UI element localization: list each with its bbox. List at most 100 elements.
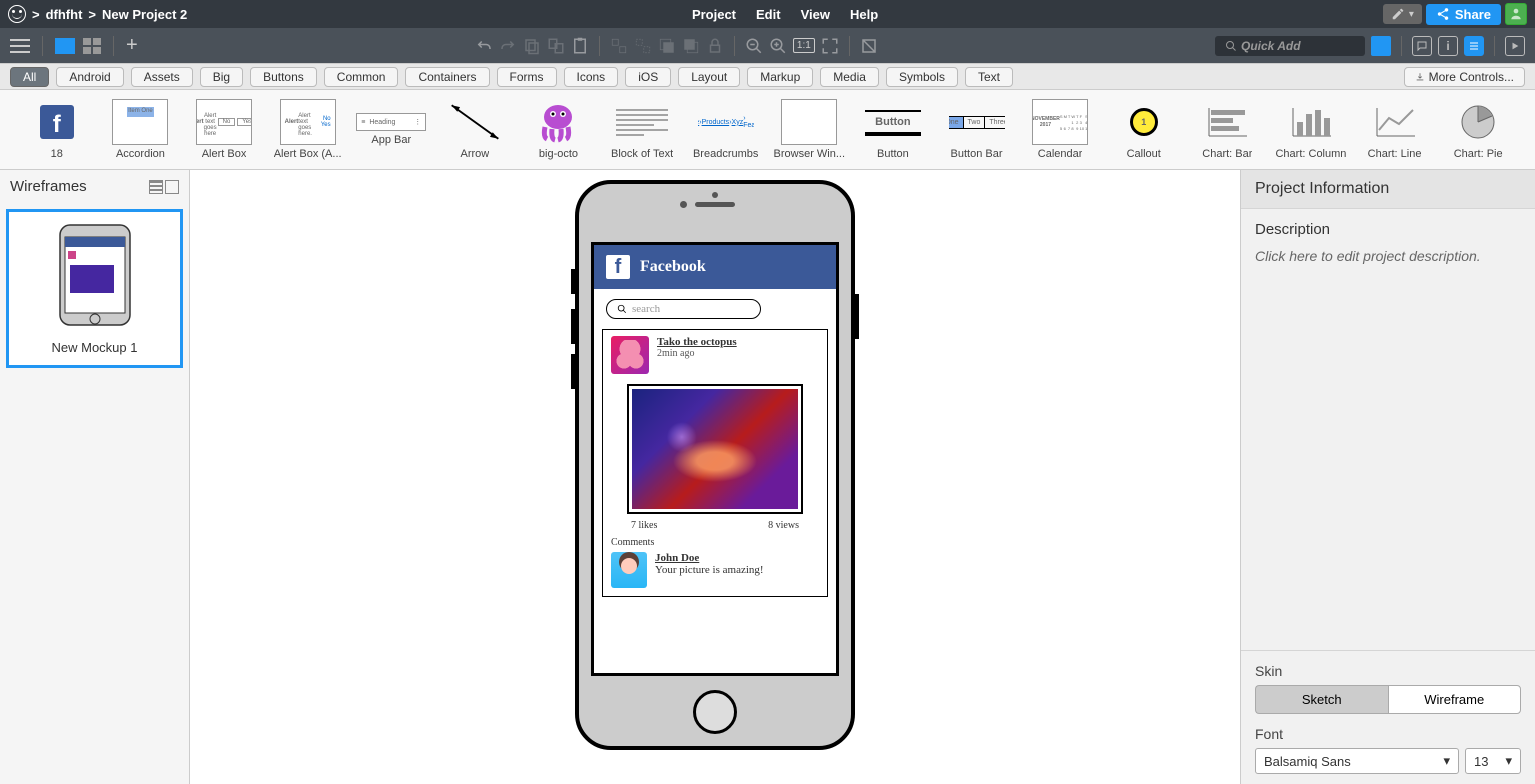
- tab-icons[interactable]: Icons: [564, 67, 619, 87]
- gallery-item[interactable]: Chart: Column: [1274, 99, 1348, 160]
- panel-view-list-icon[interactable]: [149, 180, 163, 194]
- breadcrumb-folder[interactable]: dfhfht: [46, 7, 83, 22]
- tab-containers[interactable]: Containers: [405, 67, 489, 87]
- menu-help[interactable]: Help: [846, 5, 882, 24]
- post-author[interactable]: Tako the octopus: [657, 336, 737, 348]
- gallery-item[interactable]: Browser Win...: [772, 99, 846, 160]
- duplicate-icon[interactable]: [547, 37, 565, 55]
- category-tabs: All Android Assets Big Buttons Common Co…: [0, 63, 1535, 90]
- tab-buttons[interactable]: Buttons: [250, 67, 317, 87]
- logo-icon[interactable]: [8, 5, 26, 23]
- tab-forms[interactable]: Forms: [497, 67, 557, 87]
- view-grid-icon[interactable]: [83, 38, 101, 54]
- tab-assets[interactable]: Assets: [131, 67, 193, 87]
- quick-add-input[interactable]: Quick Add: [1215, 36, 1365, 56]
- comments-panel-icon[interactable]: [1412, 36, 1432, 56]
- search-input[interactable]: search: [606, 299, 761, 319]
- group-icon[interactable]: [610, 37, 628, 55]
- breadcrumb-sep: >: [32, 7, 40, 22]
- redo-icon[interactable]: [499, 37, 517, 55]
- tab-android[interactable]: Android: [56, 67, 123, 87]
- zoom-actual-icon[interactable]: 1:1: [793, 38, 815, 53]
- quick-add-placeholder: Quick Add: [1241, 39, 1301, 53]
- gallery-item[interactable]: ButtonButton: [856, 99, 930, 160]
- gallery-item[interactable]: AlertAlert text goes here.No YesAlert Bo…: [271, 99, 345, 160]
- tab-all[interactable]: All: [10, 67, 49, 87]
- user-avatar[interactable]: [1505, 3, 1527, 25]
- ungroup-icon[interactable]: [634, 37, 652, 55]
- wireframe-thumbnail[interactable]: New Mockup 1: [6, 209, 183, 368]
- description-input[interactable]: Click here to edit project description.: [1255, 248, 1521, 264]
- gallery-item[interactable]: Item OneAccordion: [104, 99, 178, 160]
- facebook-icon: f: [606, 255, 630, 279]
- breadcrumb-project[interactable]: New Project 2: [102, 7, 187, 22]
- menu-view[interactable]: View: [797, 5, 834, 24]
- tab-symbols[interactable]: Symbols: [886, 67, 958, 87]
- gallery-item[interactable]: ≡Heading⋮App Bar: [354, 113, 428, 146]
- views-count: 8 views: [768, 520, 799, 531]
- wireframes-title: Wireframes: [10, 178, 87, 195]
- gallery-item[interactable]: Chart: Line: [1358, 99, 1432, 160]
- bring-front-icon[interactable]: [658, 37, 676, 55]
- menu-edit[interactable]: Edit: [752, 5, 785, 24]
- search-icon: [1225, 40, 1237, 52]
- skin-sketch-button[interactable]: Sketch: [1255, 685, 1388, 714]
- person-icon: [1509, 7, 1523, 21]
- gallery-item[interactable]: Chart: Bar: [1191, 99, 1265, 160]
- add-icon[interactable]: +: [126, 34, 138, 57]
- tab-markup[interactable]: Markup: [747, 67, 813, 87]
- home-button-icon: [693, 690, 737, 734]
- tab-big[interactable]: Big: [200, 67, 243, 87]
- tab-layout[interactable]: Layout: [678, 67, 740, 87]
- font-family-value: Balsamiq Sans: [1264, 754, 1351, 769]
- copy-icon[interactable]: [523, 37, 541, 55]
- commenter-avatar: [611, 552, 647, 588]
- control-gallery: f18 Item OneAccordion AlertAlert text go…: [0, 90, 1535, 170]
- tab-common[interactable]: Common: [324, 67, 399, 87]
- gallery-item[interactable]: Block of Text: [605, 99, 679, 160]
- gallery-item[interactable]: f18: [20, 99, 94, 160]
- gallery-item[interactable]: AlertAlert text goes hereNoYesAlert Box: [187, 99, 261, 160]
- gallery-item[interactable]: Home › Products › Xyz › FeaturesBreadcru…: [689, 99, 763, 160]
- font-size-select[interactable]: 13 ▾: [1465, 748, 1521, 774]
- toolbar: + 1:1 Quick Add i: [0, 28, 1535, 63]
- phone-frame[interactable]: f Facebook search Tako the octopus 2min …: [575, 180, 855, 750]
- gallery-item[interactable]: big-octo: [522, 99, 596, 160]
- zoom-in-icon[interactable]: [769, 37, 787, 55]
- font-family-select[interactable]: Balsamiq Sans ▾: [1255, 748, 1459, 774]
- hamburger-icon[interactable]: [10, 39, 30, 53]
- chevron-down-icon: ▾: [1409, 9, 1414, 20]
- gallery-item[interactable]: 1Callout: [1107, 99, 1181, 160]
- ui-library-button[interactable]: [1371, 36, 1391, 56]
- more-controls-button[interactable]: More Controls...: [1404, 67, 1525, 87]
- fullscreen-icon[interactable]: [1505, 36, 1525, 56]
- zoom-out-icon[interactable]: [745, 37, 763, 55]
- post-card: Tako the octopus 2min ago 7 likes 8 view…: [602, 329, 828, 597]
- info-panel-icon[interactable]: i: [1438, 36, 1458, 56]
- tab-media[interactable]: Media: [820, 67, 879, 87]
- canvas[interactable]: f Facebook search Tako the octopus 2min …: [190, 170, 1240, 784]
- gallery-item[interactable]: Arrow: [438, 99, 512, 160]
- wireframes-panel: Wireframes New Mockup 1: [0, 170, 190, 784]
- gallery-item[interactable]: OneTwoThreeButton Bar: [940, 99, 1014, 160]
- edit-pen-button[interactable]: ▾: [1383, 4, 1422, 24]
- comments-label: Comments: [611, 537, 819, 548]
- lock-icon[interactable]: [706, 37, 724, 55]
- markup-toggle-icon[interactable]: [860, 37, 878, 55]
- skin-wireframe-button[interactable]: Wireframe: [1388, 685, 1522, 714]
- properties-panel-icon[interactable]: [1464, 36, 1484, 56]
- share-button[interactable]: Share: [1426, 4, 1501, 25]
- gallery-item[interactable]: NOVEMBER 2017SMTWTFS1234567891011Calenda…: [1023, 99, 1097, 160]
- search-placeholder: search: [632, 303, 660, 315]
- undo-icon[interactable]: [475, 37, 493, 55]
- gallery-item[interactable]: Chart: Pie: [1441, 99, 1515, 160]
- commenter-name[interactable]: John Doe: [655, 552, 764, 564]
- menu-project[interactable]: Project: [688, 5, 740, 24]
- zoom-fit-icon[interactable]: [821, 37, 839, 55]
- panel-view-grid-icon[interactable]: [165, 180, 179, 194]
- paste-icon[interactable]: [571, 37, 589, 55]
- view-single-icon[interactable]: [55, 38, 75, 54]
- tab-ios[interactable]: iOS: [625, 67, 671, 87]
- send-back-icon[interactable]: [682, 37, 700, 55]
- tab-text[interactable]: Text: [965, 67, 1013, 87]
